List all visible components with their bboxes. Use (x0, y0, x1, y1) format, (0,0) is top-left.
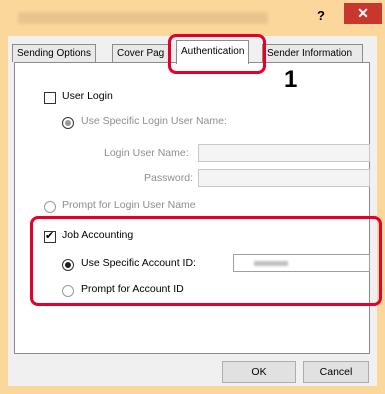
user-login-checkbox[interactable] (44, 92, 56, 104)
password-input[interactable] (198, 169, 370, 187)
login-user-name-input[interactable] (198, 144, 370, 162)
password-label: Password: (144, 172, 194, 184)
use-specific-login-label: Use Specific Login User Name: (81, 115, 227, 127)
prompt-login-label: Prompt for Login User Name (62, 199, 196, 211)
tab-sender-information[interactable]: Sender Information (262, 44, 363, 62)
help-button[interactable]: ? (306, 6, 336, 26)
user-login-label: User Login (62, 90, 113, 102)
use-specific-login-radio[interactable] (62, 117, 74, 129)
login-user-name-label: Login User Name: (104, 147, 189, 159)
prompt-login-radio[interactable] (44, 201, 56, 213)
job-accounting-highlight (30, 216, 382, 306)
ok-button[interactable]: OK (222, 361, 296, 383)
close-button[interactable]: ✕ (344, 3, 382, 24)
window-title-blurred (18, 12, 268, 24)
tab-sending-options[interactable]: Sending Options (12, 44, 96, 62)
step-number-callout: 1 (284, 66, 298, 93)
tab-cover-page[interactable]: Cover Pag (112, 44, 170, 62)
cancel-button[interactable]: Cancel (303, 361, 369, 383)
tab-authentication[interactable]: Authentication (176, 40, 250, 64)
